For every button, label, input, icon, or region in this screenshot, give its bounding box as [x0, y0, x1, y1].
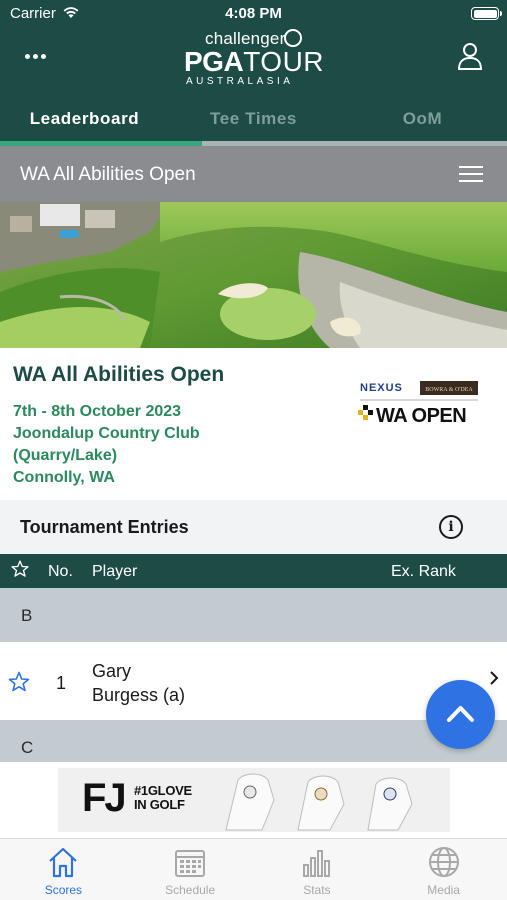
- tab-oom[interactable]: OoM: [338, 92, 507, 146]
- column-player: Player: [92, 563, 138, 580]
- group-letter: C: [21, 738, 34, 757]
- tab-scores[interactable]: Scores: [0, 839, 127, 900]
- info-icon[interactable]: i: [439, 515, 463, 539]
- tournament-details: 7th - 8th October 2023 Joondalup Country…: [13, 401, 200, 489]
- calendar-icon: [175, 850, 206, 877]
- course-hero-image: [0, 202, 507, 348]
- tournament-venue-course: (Quarry/Lake): [13, 447, 118, 464]
- player-first-name: Gary: [92, 661, 132, 681]
- ad-tagline: #1GLOVE IN GOLF: [134, 783, 192, 812]
- tab-bar-top: Leaderboard Tee Times OoM: [0, 92, 507, 146]
- entries-column-headers: No. Player Ex. Rank: [0, 554, 507, 588]
- tab-stats[interactable]: Stats: [254, 839, 381, 900]
- tournament-location: Connolly, WA: [13, 469, 115, 486]
- battery-icon: [471, 7, 502, 20]
- footjoy-ad[interactable]: FJ #1GLOVE IN GOLF: [58, 768, 450, 832]
- ad-banner[interactable]: FJ #1GLOVE IN GOLF: [0, 762, 507, 838]
- tournament-info: WA All Abilities Open 7th - 8th October …: [0, 348, 507, 500]
- menu-icon[interactable]: [459, 166, 483, 182]
- favorite-star-icon[interactable]: [7, 670, 31, 694]
- logo-wordmark: PGATOUR: [184, 46, 325, 77]
- globe-icon: [428, 847, 459, 877]
- tab-media[interactable]: Media: [380, 839, 507, 900]
- status-bar: Carrier 4:08 PM: [0, 0, 507, 28]
- group-header-b: B: [0, 588, 507, 642]
- column-no: No.: [48, 563, 73, 580]
- tournament-name: WA All Abilities Open: [13, 363, 225, 386]
- event-title: WA All Abilities Open: [20, 164, 196, 185]
- tab-stats-label: Stats: [303, 883, 331, 897]
- svg-text:NEXUS: NEXUS: [360, 382, 403, 394]
- tournament-dates: 7th - 8th October 2023: [13, 403, 182, 420]
- profile-icon[interactable]: [457, 42, 483, 70]
- player-name: Gary Burgess (a): [92, 659, 185, 707]
- tab-leaderboard[interactable]: Leaderboard: [0, 92, 169, 146]
- logo-region-text: AUSTRALASIA: [186, 76, 294, 87]
- nav-header: challenger PGATOUR AUSTRALASIA: [0, 28, 507, 92]
- clock: 4:08 PM: [225, 5, 282, 22]
- player-last-name: Burgess (a): [92, 685, 186, 705]
- wa-open-sponsor-logo: NEXUS BOWRA & O'DEA WA OPEN: [358, 381, 478, 427]
- star-column-icon: [11, 560, 29, 577]
- tab-scores-label: Scores: [44, 883, 83, 897]
- glove-images: [225, 773, 413, 831]
- entries-heading: Tournament Entries: [20, 517, 189, 537]
- group-letter: B: [21, 606, 33, 625]
- event-selector-bar: WA All Abilities Open: [0, 146, 507, 202]
- logo-globe-icon: [284, 29, 302, 47]
- home-icon: [49, 847, 78, 878]
- more-options-button[interactable]: [25, 46, 51, 66]
- tab-media-label: Media: [427, 883, 460, 897]
- svg-text:BOWRA & O'DEA: BOWRA & O'DEA: [425, 387, 473, 393]
- tab-schedule-label: Schedule: [165, 883, 216, 897]
- ad-brand-logo: FJ: [82, 776, 127, 820]
- svg-text:WA OPEN: WA OPEN: [376, 405, 466, 427]
- chevron-right-icon[interactable]: [488, 670, 500, 686]
- app-header: Carrier 4:08 PM challenger PGATOUR AUSTR…: [0, 0, 507, 146]
- tab-tee-times[interactable]: Tee Times: [169, 92, 338, 146]
- chevron-up-icon: [447, 706, 474, 722]
- bar-chart-icon: [302, 850, 330, 877]
- tab-schedule[interactable]: Schedule: [127, 839, 254, 900]
- bottom-tab-bar: Scores Schedule Stats Media: [0, 838, 507, 900]
- scroll-to-top-button[interactable]: [426, 680, 495, 749]
- pga-tour-logo: challenger PGATOUR AUSTRALASIA: [170, 28, 340, 88]
- player-number: 1: [56, 673, 67, 693]
- tournament-entries-header: Tournament Entries i: [0, 500, 507, 554]
- column-ex-rank: Ex. Rank: [391, 563, 456, 580]
- tournament-venue: Joondalup Country Club: [13, 425, 200, 442]
